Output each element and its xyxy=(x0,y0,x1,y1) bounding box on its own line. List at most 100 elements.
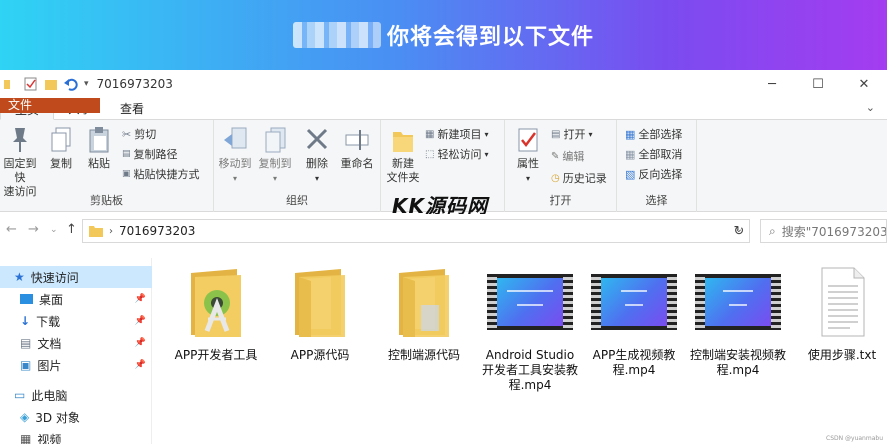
history-label: 历史记录 xyxy=(562,172,607,185)
file-item[interactable]: APP源代码 xyxy=(270,258,370,363)
file-item[interactable]: 控制端源代码 xyxy=(374,258,474,363)
new-folder-icon[interactable] xyxy=(44,77,58,91)
tab-view[interactable]: 查看 xyxy=(106,98,158,119)
properties-check-icon xyxy=(518,128,538,152)
address-bar[interactable]: › 7016973203 ⌄ xyxy=(82,219,750,243)
folder-icon xyxy=(295,269,345,337)
sidebar-item-label: 3D 对象 xyxy=(35,410,80,425)
sidebar-item-this-pc[interactable]: ▭ 此电脑 xyxy=(0,384,152,406)
invert-selection-button[interactable]: ▧ 反向选择 xyxy=(625,166,682,182)
file-name: 使用步骤.txt xyxy=(807,348,877,362)
pin-icon[interactable]: 📌 xyxy=(135,338,146,348)
download-icon: ↓ xyxy=(20,314,31,328)
back-arrow-icon[interactable]: ← xyxy=(6,222,17,237)
video-thumbnail-icon xyxy=(487,274,573,330)
up-arrow-icon[interactable]: ↑ xyxy=(66,222,77,237)
pin-icon xyxy=(13,128,27,152)
file-item[interactable]: Android Studio开发者工具安装教程.mp4 xyxy=(480,258,580,393)
organize-group-label: 组织 xyxy=(286,194,308,207)
folder-icon xyxy=(399,269,449,337)
edit-icon: ✎ xyxy=(551,150,560,162)
sidebar-item-quick-access[interactable]: ★ 快速访问 xyxy=(0,266,152,288)
select-none-button[interactable]: ▦ 全部取消 xyxy=(625,146,682,162)
new-folder-label-1: 新建 xyxy=(392,157,414,170)
properties-label: 属性 xyxy=(517,157,539,170)
search-placeholder: 搜索"7016973203" xyxy=(781,224,887,239)
scissors-icon: ✂ xyxy=(122,127,132,141)
breadcrumb-separator-icon: › xyxy=(109,225,113,237)
move-to-dropdown-icon: ▾ xyxy=(232,174,237,183)
search-icon: ⌕ xyxy=(769,223,776,238)
organize-group: 移动到 ▾ 复制到 ▾ 删除 ▾ 重命名 组织 xyxy=(214,120,381,212)
properties-icon[interactable] xyxy=(24,77,38,91)
history-button[interactable]: ◷ 历史记录 xyxy=(551,170,607,186)
file-name: APP生成视频教程.mp4 xyxy=(592,348,676,377)
tab-file[interactable]: 文件 xyxy=(0,98,100,113)
paste-shortcut-label: 粘贴快捷方式 xyxy=(133,168,200,181)
paste-icon xyxy=(89,127,109,153)
open-button[interactable]: ▤ 打开 ▾ xyxy=(551,126,592,142)
recent-locations-icon[interactable]: ⌄ xyxy=(50,225,58,235)
new-folder-label-2: 文件夹 xyxy=(386,171,420,184)
rename-button[interactable]: 重命名 xyxy=(336,126,378,171)
properties-button[interactable]: 属性 ▾ xyxy=(509,126,547,186)
pin-icon[interactable]: 📌 xyxy=(135,316,146,326)
sidebar-item-label: 桌面 xyxy=(39,292,64,307)
pin-icon[interactable]: 📌 xyxy=(135,294,146,304)
file-item[interactable]: APP生成视频教程.mp4 xyxy=(584,258,684,378)
delete-dropdown-icon: ▾ xyxy=(314,174,319,183)
new-folder-button[interactable]: 新建 文件夹 xyxy=(383,126,423,185)
open-label: 打开 xyxy=(563,128,586,141)
file-list: APP开发者工具 APP源代码 控制端源代码 Android Studio开发者… xyxy=(152,258,887,444)
easy-access-button[interactable]: ⬚ 轻松访问 ▾ xyxy=(425,146,488,162)
sidebar-item-documents[interactable]: ▤ 文档 📌 xyxy=(0,332,152,354)
sidebar-item-3d-objects[interactable]: ◈ 3D 对象 xyxy=(0,406,152,428)
edit-button[interactable]: ✎ 编辑 xyxy=(551,148,584,164)
expand-ribbon-icon[interactable]: ⌄ xyxy=(866,101,875,114)
sidebar-item-desktop[interactable]: 桌面 📌 xyxy=(0,288,152,310)
cut-button[interactable]: ✂ 剪切 xyxy=(122,126,156,142)
cube-icon: ◈ xyxy=(20,410,30,424)
customize-toolbar-icon[interactable]: ▾ xyxy=(84,79,89,89)
blurred-text xyxy=(292,22,381,48)
new-item-icon: ▦ xyxy=(425,128,435,140)
pin-quick-access-button[interactable]: 固定到快 速访问 xyxy=(0,126,40,199)
file-item[interactable]: 使用步骤.txt xyxy=(792,258,887,363)
copy-path-button[interactable]: ▤ 复制路径 xyxy=(122,146,178,162)
paste-shortcut-button[interactable]: ▣ 粘贴快捷方式 xyxy=(122,166,200,182)
select-all-label: 全部选择 xyxy=(638,128,683,141)
delete-x-icon xyxy=(306,128,328,150)
file-item[interactable]: APP开发者工具 xyxy=(166,258,266,363)
select-group: ▦ 全部选择 ▦ 全部取消 ▧ 反向选择 选择 xyxy=(617,120,697,212)
maximize-button[interactable]: ☐ xyxy=(795,70,841,98)
select-all-button[interactable]: ▦ 全部选择 xyxy=(625,126,682,142)
pin-icon[interactable]: 📌 xyxy=(135,360,146,370)
paste-button[interactable]: 粘贴 xyxy=(82,126,116,171)
move-to-button[interactable]: 移动到 ▾ xyxy=(216,126,254,186)
delete-label: 删除 xyxy=(306,157,328,170)
video-icon: ▦ xyxy=(20,432,32,444)
window-title: 7016973203 xyxy=(96,77,173,91)
footer-watermark: CSDN @yuanmabu xyxy=(826,435,883,442)
sidebar-item-downloads[interactable]: ↓ 下载 📌 xyxy=(0,310,152,332)
sidebar-item-label: 视频 xyxy=(37,432,62,444)
forward-arrow-icon[interactable]: → xyxy=(28,222,39,237)
new-folder-icon xyxy=(393,132,413,152)
new-item-label: 新建项目 xyxy=(437,128,482,141)
undo-icon[interactable] xyxy=(64,77,78,91)
file-item[interactable]: 控制端安装视频教程.mp4 xyxy=(688,258,788,378)
new-item-button[interactable]: ▦ 新建项目 ▾ xyxy=(425,126,488,142)
copy-button[interactable]: 复制 xyxy=(44,126,78,171)
close-button[interactable]: ✕ xyxy=(841,70,887,98)
breadcrumb-path[interactable]: 7016973203 xyxy=(119,224,195,238)
folder-icon xyxy=(4,80,10,89)
copy-to-icon xyxy=(265,127,286,153)
copy-to-button[interactable]: 复制到 ▾ xyxy=(256,126,294,186)
refresh-icon[interactable]: ↻ xyxy=(726,219,752,243)
video-thumbnail-icon xyxy=(591,274,677,330)
delete-button[interactable]: 删除 ▾ xyxy=(300,126,334,186)
sidebar-item-pictures[interactable]: ▣ 图片 📌 xyxy=(0,354,152,376)
search-box[interactable]: ⌕ 搜索"7016973203" xyxy=(760,219,887,243)
sidebar-item-videos[interactable]: ▦ 视频 xyxy=(0,428,152,444)
minimize-button[interactable]: ─ xyxy=(749,70,795,98)
